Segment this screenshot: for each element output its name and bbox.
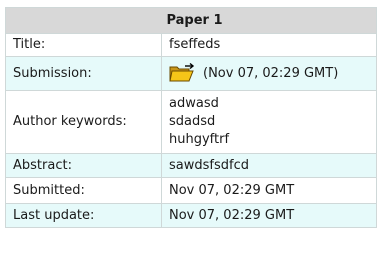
paper-heading: Paper 1 bbox=[5, 7, 377, 34]
title-label: Title: bbox=[5, 33, 162, 57]
abstract-label: Abstract: bbox=[5, 153, 162, 178]
author-keywords-cell: adwasd sdadsd huhgyftrf bbox=[161, 90, 377, 154]
submission-label: Submission: bbox=[5, 56, 162, 91]
keyword-item: sdadsd bbox=[169, 114, 216, 129]
last-update-row: Last update: Nov 07, 02:29 GMT bbox=[5, 203, 377, 228]
submitted-label: Submitted: bbox=[5, 177, 162, 204]
paper-info-panel: Paper 1 Title: fseffeds Submission: (Nov… bbox=[5, 7, 377, 228]
paper-info-table: Paper 1 Title: fseffeds Submission: (Nov… bbox=[5, 7, 377, 228]
submitted-value: Nov 07, 02:29 GMT bbox=[161, 177, 377, 204]
author-keywords-row: Author keywords: adwasd sdadsd huhgyftrf bbox=[5, 90, 377, 154]
submission-row: Submission: (Nov 07, 02:29 GMT) bbox=[5, 56, 377, 91]
last-update-value: Nov 07, 02:29 GMT bbox=[161, 203, 377, 228]
abstract-value: sawdsfsdfcd bbox=[161, 153, 377, 178]
submission-date: (Nov 07, 02:29 GMT) bbox=[203, 65, 339, 81]
title-value: fseffeds bbox=[161, 33, 377, 57]
keyword-item: adwasd bbox=[169, 96, 219, 111]
author-keywords-label: Author keywords: bbox=[5, 90, 162, 154]
title-row: Title: fseffeds bbox=[5, 33, 377, 57]
abstract-row: Abstract: sawdsfsdfcd bbox=[5, 153, 377, 178]
table-header-row: Paper 1 bbox=[5, 7, 377, 34]
last-update-label: Last update: bbox=[5, 203, 162, 228]
open-folder-icon[interactable] bbox=[169, 61, 195, 83]
submitted-row: Submitted: Nov 07, 02:29 GMT bbox=[5, 177, 377, 204]
keyword-item: huhgyftrf bbox=[169, 132, 230, 147]
submission-cell: (Nov 07, 02:29 GMT) bbox=[161, 56, 377, 91]
